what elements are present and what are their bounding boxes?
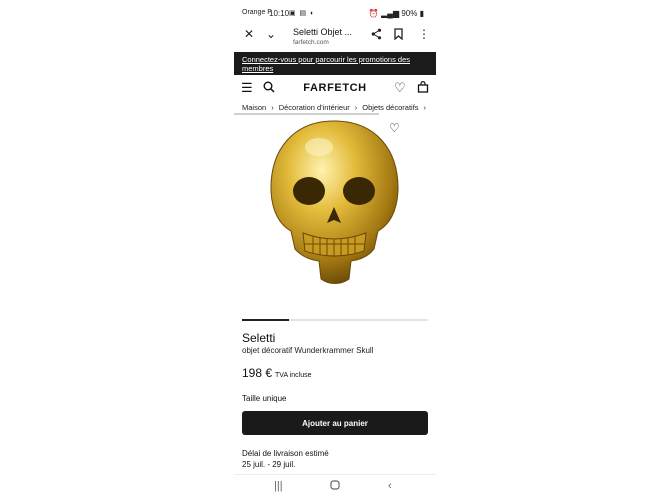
page-title: Seletti Objet ... xyxy=(293,27,353,37)
carousel-active-segment xyxy=(242,319,289,321)
tax-note: TVA incluse xyxy=(275,372,312,379)
product-price-block: 198 € TVA incluse xyxy=(242,366,311,380)
breadcrumb-scroll-indicator xyxy=(234,113,379,115)
close-icon[interactable]: ✕ xyxy=(244,28,254,40)
share-icon[interactable] xyxy=(371,28,382,42)
signal-icon: ▂▄▆ xyxy=(381,9,400,18)
image-carousel-indicator[interactable] xyxy=(242,319,428,321)
site-header: ☰ FARFETCH ♡ xyxy=(234,77,436,99)
product-size: Taille unique xyxy=(242,394,287,403)
chevron-down-icon[interactable]: ⌄ xyxy=(266,28,276,40)
browser-toolbar: ✕ ⌄ Seletti Objet ... farfetch.com ⋮ xyxy=(234,24,436,50)
farfetch-logo[interactable]: FARFETCH xyxy=(234,82,436,94)
delivery-label: Délai de livraison estimé xyxy=(242,449,329,458)
product-name: objet décoratif Wunderkrammer Skull xyxy=(242,346,374,355)
more-options-icon[interactable]: ⋮ xyxy=(418,28,430,40)
bookmark-icon[interactable] xyxy=(394,28,403,42)
delivery-dates: 25 juil. - 29 juil. xyxy=(242,460,296,469)
battery-icon: ▮ xyxy=(419,9,424,18)
status-right: ⏰ ▂▄▆ 90% ▮ xyxy=(369,9,424,18)
wishlist-icon[interactable]: ♡ xyxy=(394,81,406,94)
product-price: 198 € xyxy=(242,366,273,380)
product-brand[interactable]: Seletti xyxy=(242,331,275,345)
page-url: farfetch.com xyxy=(293,39,329,46)
shopping-bag-icon[interactable] xyxy=(417,81,429,95)
phone-screen: Orange F 10:10 ▣ ▤ ◐ ⏰ ▂▄▆ 90% ▮ ✕ ⌄ Sel… xyxy=(234,0,436,500)
android-nav-bar: ||| ‹ xyxy=(234,474,436,500)
status-bar: Orange F 10:10 ▣ ▤ ◐ ⏰ ▂▄▆ 90% ▮ xyxy=(234,6,436,20)
back-icon[interactable]: ‹ xyxy=(388,480,392,492)
promo-banner[interactable]: Connectez-vous pour parcourir les promot… xyxy=(234,52,436,75)
product-image[interactable] xyxy=(267,117,402,287)
breadcrumb-item-decoration[interactable]: Décoration d'intérieur xyxy=(279,103,350,112)
add-to-wishlist-icon[interactable]: ♡ xyxy=(389,121,400,135)
breadcrumb-item-maison[interactable]: Maison xyxy=(242,103,266,112)
breadcrumb-separator: › xyxy=(271,103,274,112)
breadcrumb-separator: › xyxy=(423,103,427,112)
notification-icons: ▣ ▤ ◐ xyxy=(289,10,316,17)
carrier-label: Orange F xyxy=(242,9,272,16)
add-to-cart-button[interactable]: Ajouter au panier xyxy=(242,411,428,435)
recent-apps-icon[interactable]: ||| xyxy=(274,480,283,492)
home-icon[interactable] xyxy=(330,480,340,493)
breadcrumb-item-objets[interactable]: Objets décoratifs xyxy=(362,103,418,112)
breadcrumb-separator: › xyxy=(354,103,358,112)
alarm-icon: ⏰ xyxy=(368,9,379,18)
battery-level: 90% xyxy=(401,9,418,18)
clock: 10:10 xyxy=(269,9,290,18)
